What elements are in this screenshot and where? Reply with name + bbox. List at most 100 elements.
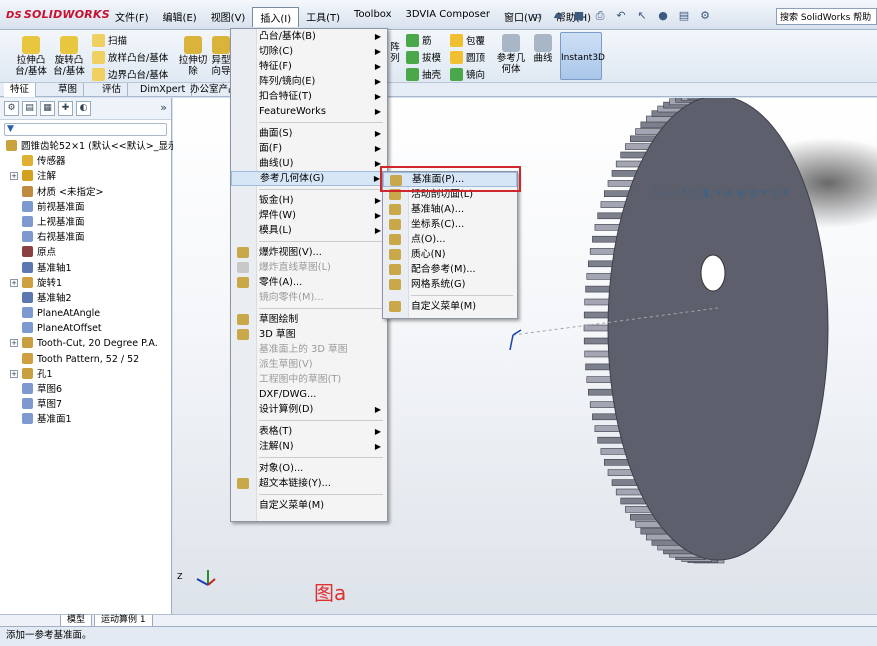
menu-item[interactable]: DXF/DWG... (231, 387, 387, 402)
extrude-cut-button[interactable]: 拉伸切 除 (176, 36, 210, 77)
tree-root[interactable]: 圆锥齿轮52×1 (默认<<默认>_显示 (0, 139, 177, 154)
tree-item[interactable]: 基准面1 (0, 412, 171, 427)
tree-item[interactable]: 原点 (0, 245, 171, 260)
menu-item[interactable]: 零件(A)... (231, 275, 387, 290)
curves-button[interactable]: 曲线 (530, 34, 556, 64)
menu-item[interactable]: 草图绘制 (231, 312, 387, 327)
loft-boss-button[interactable]: 放样凸台/基体 (92, 50, 168, 64)
select-pointer-icon[interactable]: ↖ (633, 8, 651, 24)
print-icon[interactable]: ⎙ (591, 8, 609, 24)
menu-item[interactable]: 钣金(H) ▶ (231, 193, 387, 208)
tree-item[interactable]: + 孔1 (0, 367, 171, 382)
tree-item[interactable]: 材质 <未指定> (0, 185, 171, 200)
search-input[interactable]: 搜索 SolidWorks 帮助 (776, 8, 877, 25)
menu-item[interactable]: 点(O)... (383, 232, 517, 247)
tree-item[interactable]: + Tooth-Cut, 20 Degree P.A. (0, 336, 171, 351)
hole-wizard-button[interactable]: 异型 向导 (210, 36, 232, 77)
menu-item[interactable]: 切除(C) ▶ (231, 44, 387, 59)
tab-evaluate[interactable]: 评估 (96, 83, 129, 97)
tree-item[interactable]: 前视基准面 (0, 200, 171, 215)
menu-item[interactable]: 焊件(W) ▶ (231, 208, 387, 223)
tree-item[interactable]: 草图7 (0, 397, 171, 412)
menu-5[interactable]: Toolbox (347, 7, 399, 27)
tree-item[interactable]: 右视基准面 (0, 230, 171, 245)
linear-pattern-button[interactable]: 阵 列 (388, 42, 402, 64)
menu-item[interactable]: 模具(L) ▶ (231, 223, 387, 238)
instant3d-button[interactable]: Instant3D (560, 32, 605, 80)
menu-item[interactable]: 表格(T) ▶ (231, 424, 387, 439)
reference-geometry-button[interactable]: 参考几 何体 (496, 34, 526, 75)
menu-6[interactable]: 3DVIA Composer (399, 7, 497, 27)
tree-item[interactable]: 草图6 (0, 382, 171, 397)
tree-filter-input[interactable]: ▼ (4, 123, 167, 136)
menu-0[interactable]: 文件(F) (108, 7, 156, 27)
tab-features[interactable]: 特征 (4, 83, 37, 97)
feature-manager-icon[interactable]: ⚙ (4, 101, 19, 116)
tab-office-products[interactable]: 办公室产品 (184, 83, 232, 97)
undo-icon[interactable]: ↶ (612, 8, 630, 24)
menu-2[interactable]: 视图(V) (204, 7, 253, 27)
options-icon[interactable]: ⚙ (696, 8, 714, 24)
open-folder-icon[interactable]: ▰ (549, 8, 567, 24)
tree-item[interactable]: PlaneAtOffset (0, 321, 171, 336)
dome-button[interactable]: 圆顶 (450, 50, 485, 64)
menu-3[interactable]: 插入(I) (252, 7, 300, 27)
revolve-boss-button[interactable]: 旋转凸 台/基体 (52, 36, 86, 77)
menu-1[interactable]: 编辑(E) (156, 7, 204, 27)
tree-item[interactable]: PlaneAtAngle (0, 306, 171, 321)
shell-button[interactable]: 抽壳 (406, 67, 441, 81)
mirror-button[interactable]: 镜向 (450, 67, 485, 81)
tree-item[interactable]: + 注解 (0, 169, 171, 184)
boundary-boss-button[interactable]: 边界凸台/基体 (92, 67, 168, 81)
menu-item[interactable]: 曲线(U) ▶ (231, 156, 387, 171)
menu-item[interactable]: 曲面(S) ▶ (231, 126, 387, 141)
new-file-icon[interactable]: ▭ (528, 8, 546, 24)
draft-button[interactable]: 拔模 (406, 50, 441, 64)
menu-item[interactable]: 配合参考(M)... (383, 262, 517, 277)
expand-panel-icon[interactable]: » (160, 101, 167, 116)
file-properties-icon[interactable]: ▤ (675, 8, 693, 24)
menu-4[interactable]: 工具(T) (299, 7, 347, 27)
menu-item[interactable]: 扣合特征(T) ▶ (231, 89, 387, 104)
display-manager-icon[interactable]: ◐ (76, 101, 91, 116)
extrude-boss-button[interactable]: 拉伸凸 台/基体 (14, 36, 48, 77)
menu-item[interactable]: 特征(F) ▶ (231, 59, 387, 74)
menu-item[interactable]: 设计算例(D) ▶ (231, 402, 387, 417)
menu-item[interactable]: 参考几何体(G) ▶ (231, 171, 387, 186)
heads-up-view-toolbar[interactable]: 🔍︎⌕↺◫◧▾◈◉◍▾◎▾ (651, 186, 791, 200)
tree-item[interactable]: 传感器 (0, 154, 171, 169)
tree-item[interactable]: + 旋转1 (0, 276, 171, 291)
dimxpert-manager-icon[interactable]: ✚ (58, 101, 73, 116)
menu-item[interactable]: FeatureWorks ▶ (231, 104, 387, 119)
menu-item[interactable]: 阵列/镜向(E) ▶ (231, 74, 387, 89)
save-icon[interactable]: ■ (570, 8, 588, 24)
tree-item[interactable]: Tooth Pattern, 52 / 52 (0, 352, 171, 367)
expand-toggle-icon[interactable]: + (10, 369, 18, 378)
menu-item[interactable]: 对象(O)... (231, 461, 387, 476)
tree-item[interactable]: 基准轴2 (0, 291, 171, 306)
menu-item[interactable]: 爆炸视图(V)... (231, 245, 387, 260)
property-manager-icon[interactable]: ▤ (22, 101, 37, 116)
menu-item[interactable]: 质心(N) (383, 247, 517, 262)
expand-toggle-icon[interactable]: + (10, 339, 18, 348)
menu-item[interactable]: 自定义菜单(M) (231, 498, 387, 513)
expand-toggle-icon[interactable]: + (10, 172, 18, 181)
menu-item[interactable]: 自定义菜单(M) (383, 299, 517, 314)
menu-item[interactable]: 坐标系(C)... (383, 217, 517, 232)
menu-item[interactable]: 面(F) ▶ (231, 141, 387, 156)
configuration-manager-icon[interactable]: ▦ (40, 101, 55, 116)
menu-item[interactable]: 凸台/基体(B) ▶ (231, 29, 387, 44)
menu-item[interactable]: 基准轴(A)... (383, 202, 517, 217)
expand-toggle-icon[interactable]: + (10, 278, 18, 287)
tree-item[interactable]: 基准轴1 (0, 261, 171, 276)
menu-item[interactable]: 网格系统(G) (383, 277, 517, 292)
menu-item[interactable]: 超文本链接(Y)... (231, 476, 387, 491)
rib-button[interactable]: 筋 (406, 33, 432, 47)
wrap-button[interactable]: 包覆 (450, 33, 485, 47)
tab-sketch[interactable]: 草图 (52, 83, 85, 97)
rebuild-icon[interactable]: ● (654, 8, 672, 24)
menu-item[interactable]: 3D 草图 (231, 327, 387, 342)
menu-item[interactable]: 注解(N) ▶ (231, 439, 387, 454)
sweep-button[interactable]: 扫描 (92, 33, 127, 47)
tree-item[interactable]: 上视基准面 (0, 215, 171, 230)
